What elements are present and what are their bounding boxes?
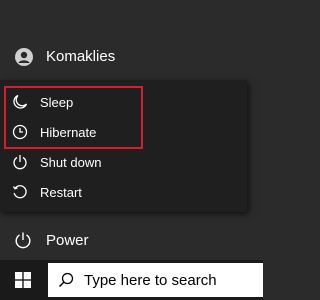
power-icon <box>15 232 31 249</box>
search-icon <box>58 272 74 288</box>
power-label: Power <box>46 232 89 249</box>
power-icon <box>13 155 27 170</box>
shut-down-label: Shut down <box>40 155 102 170</box>
power-button[interactable]: Power <box>0 225 263 255</box>
start-button[interactable] <box>0 260 46 300</box>
highlight-annotation-box <box>4 86 143 149</box>
user-account-button[interactable]: Komaklies <box>0 40 263 74</box>
restart-option[interactable]: Restart <box>0 177 247 207</box>
taskbar: Type here to search <box>0 260 263 300</box>
windows-logo-icon <box>15 272 31 288</box>
user-name: Komaklies <box>46 48 116 65</box>
taskbar-search-box[interactable]: Type here to search <box>48 263 263 297</box>
start-menu: Komaklies Sleep Hibernate Shut down Rest… <box>0 0 263 260</box>
search-placeholder: Type here to search <box>84 272 217 289</box>
shut-down-option[interactable]: Shut down <box>0 147 247 177</box>
user-icon <box>15 48 33 66</box>
restart-label: Restart <box>40 185 82 200</box>
restart-icon <box>12 185 27 199</box>
